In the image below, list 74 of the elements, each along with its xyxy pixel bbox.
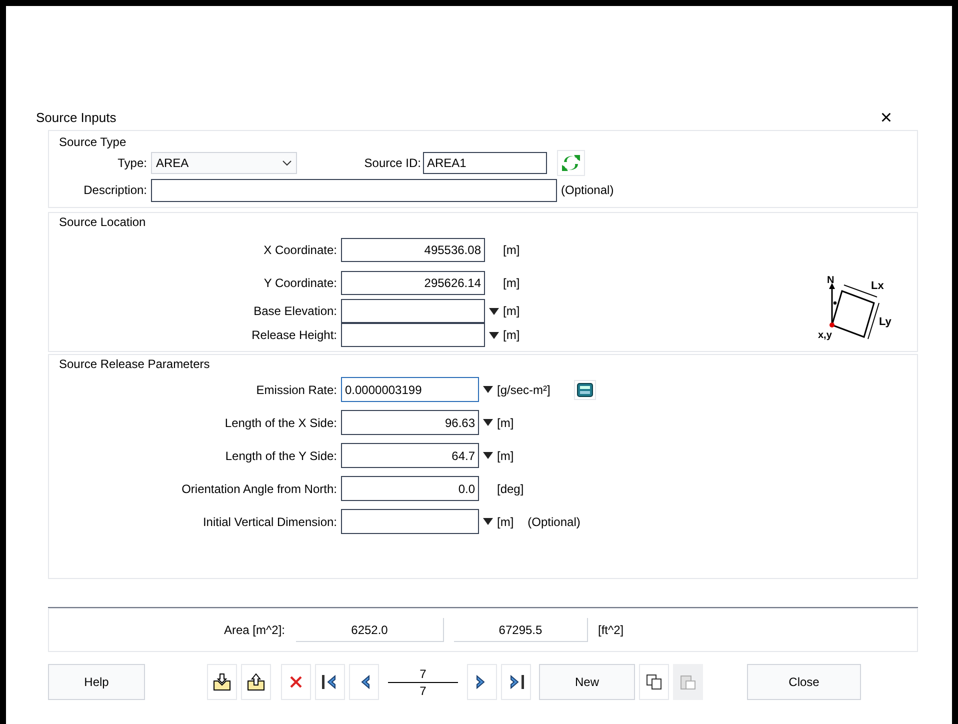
field-label: Emission Rate: (255, 382, 338, 398)
number-field[interactable] (341, 323, 485, 347)
optional-note: (Optional) (528, 514, 580, 530)
number-field[interactable]: 495536.08 (341, 238, 485, 262)
source-id-field[interactable]: AREA1 (423, 152, 547, 174)
number-field[interactable]: 64.7 (341, 443, 479, 468)
area-label: Area [m^2]: (224, 622, 286, 639)
new-button[interactable]: New (539, 664, 635, 700)
description-field[interactable] (151, 178, 557, 202)
help-button[interactable]: Help (48, 664, 145, 700)
last-record-button[interactable] (501, 664, 531, 700)
unit-label: [deg] (497, 480, 524, 498)
field-label: Base Elevation: (252, 303, 338, 320)
area-source-diagram: N Lx Ly x,y (811, 275, 907, 347)
unit-label: [ft^2] (598, 622, 624, 639)
clipboard-icon (680, 674, 696, 690)
unit-label: [m] (503, 327, 520, 344)
copy-icon (646, 674, 662, 690)
window-title: Source Inputs (36, 109, 116, 128)
dropdown-arrow-icon[interactable] (483, 518, 493, 525)
area-value: 6252.0 (296, 618, 444, 642)
record-number: 7 (388, 666, 458, 682)
calculator-button[interactable] (574, 380, 596, 400)
tray-arrow-up-icon (246, 673, 266, 691)
number-field[interactable]: 96.63 (341, 410, 479, 435)
dropdown-arrow-icon[interactable] (483, 419, 493, 426)
number-field[interactable] (341, 299, 485, 323)
field-label: Length of the Y Side: (224, 448, 338, 464)
number-field[interactable]: 0.0 (341, 476, 479, 501)
group-title: Source Type (59, 135, 126, 149)
close-dialog-button[interactable]: Close (747, 664, 861, 700)
delete-x-icon (289, 675, 303, 689)
chevron-down-icon (282, 160, 292, 166)
group-title: Source Location (59, 215, 146, 229)
unit-label: [m] (503, 303, 520, 320)
delete-button[interactable] (281, 664, 311, 700)
refresh-button[interactable] (557, 150, 585, 176)
tray-arrow-down-icon (212, 673, 232, 691)
copy-button[interactable] (639, 664, 669, 700)
type-dropdown[interactable]: AREA (151, 152, 297, 174)
unit-label: [m] (497, 514, 514, 530)
close-button[interactable]: × (880, 108, 892, 128)
field-label: Initial Vertical Dimension: (202, 514, 338, 530)
field-label: Source ID: (363, 155, 422, 172)
field-label: Length of the X Side: (224, 414, 338, 432)
record-total: 7 (420, 682, 426, 698)
import-button[interactable] (207, 664, 237, 700)
area-value: 67295.5 (454, 618, 588, 642)
dropdown-arrow-icon[interactable] (489, 308, 499, 314)
dropdown-arrow-icon[interactable] (489, 332, 499, 338)
unit-label: [m] (497, 448, 514, 464)
previous-record-button[interactable] (349, 664, 379, 700)
number-field[interactable]: 295626.14 (341, 270, 485, 294)
group-title: Source Release Parameters (59, 357, 210, 371)
calculator-icon (577, 382, 594, 396)
dropdown-arrow-icon[interactable] (483, 452, 493, 459)
next-record-button[interactable] (467, 664, 497, 700)
unit-label: [m] (497, 414, 514, 432)
refresh-icon (561, 154, 581, 172)
field-label: Type: (116, 155, 148, 172)
first-record-button[interactable] (315, 664, 345, 700)
unit-label: [m] (503, 242, 520, 258)
number-field[interactable]: 0.0000003199 (341, 377, 479, 402)
field-label: Release Height: (250, 327, 338, 344)
number-field[interactable] (341, 509, 479, 534)
field-label: Y Coordinate: (262, 274, 338, 292)
field-label: Description: (82, 182, 148, 199)
field-label: X Coordinate: (262, 242, 338, 258)
unit-label: [m] (503, 274, 520, 292)
field-label: Orientation Angle from North: (180, 480, 338, 498)
export-button[interactable] (241, 664, 271, 700)
unit-label: [g/sec-m²] (497, 382, 550, 398)
dropdown-arrow-icon[interactable] (483, 386, 493, 393)
optional-note: (Optional) (561, 182, 614, 199)
